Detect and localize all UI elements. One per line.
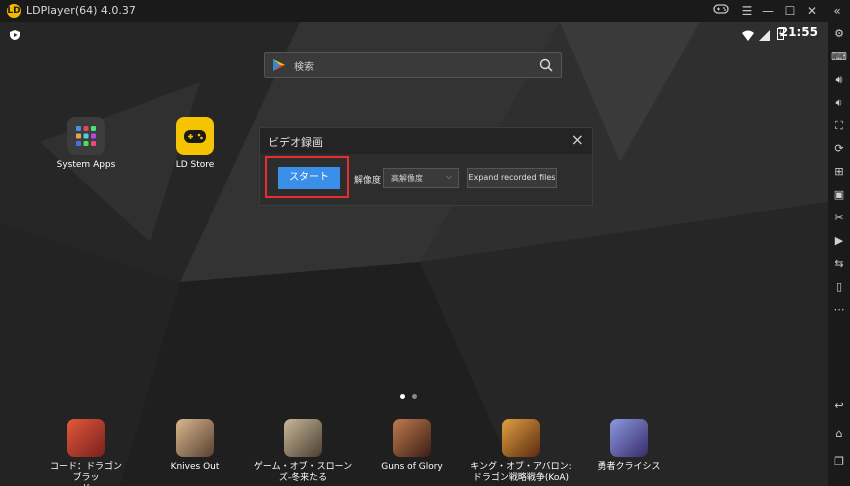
app-label: Knives Out <box>170 462 220 472</box>
search-bar[interactable]: 検索 <box>264 52 562 78</box>
home-icon[interactable]: ⌂ <box>831 426 847 442</box>
expand-recorded-files-button[interactable]: Expand recorded files <box>467 168 557 188</box>
more-icon[interactable]: ⋯ <box>831 302 847 318</box>
system-apps-icon <box>67 117 105 155</box>
settings-gear-icon[interactable]: ⚙ <box>831 26 847 42</box>
dock-app-knives-out[interactable]: Knives Out <box>155 419 235 473</box>
dock-app-code-dragon-blood[interactable]: コード：ドラゴンブラッド <box>46 419 126 486</box>
start-highlight-box: スタート <box>265 156 349 198</box>
apk-icon[interactable]: ▣ <box>831 187 847 203</box>
app-label: キング・オブ・アバロン: ドラゴン戦略戦争(KoA) <box>470 462 572 483</box>
android-screen: 21:55 検索 System Apps LD Store ビデオ録画 × スタ… <box>0 22 828 486</box>
video-record-icon[interactable]: ▶ <box>831 233 847 249</box>
game-icon <box>176 419 214 457</box>
search-placeholder: 検索 <box>294 62 314 73</box>
right-toolbar: ⚙ ⌨ 🔊︎ 🔉︎ ⛶ ⟳ ⊞ ▣ ✂ ▶ ⇆ ▯ ⋯ ↩ ⌂ ❐ <box>828 22 850 486</box>
resolution-label: 解像度 <box>354 176 382 186</box>
gamepad-icon[interactable] <box>710 2 732 20</box>
title-bar: LD LDPlayer(64) 4.0.37 ☰ — ☐ ✕ « <box>0 0 850 22</box>
app-label: 勇者クライシス <box>597 462 661 472</box>
install-apk-icon[interactable]: ⊞ <box>831 164 847 180</box>
video-record-dialog: ビデオ録画 × スタート 解像度 高解像度 ⌵ Expand recorded … <box>259 127 593 206</box>
shield-icon <box>9 26 21 45</box>
wifi-icon <box>742 26 754 45</box>
game-icon <box>67 419 105 457</box>
close-icon[interactable]: ✕ <box>801 2 823 20</box>
game-icon <box>502 419 540 457</box>
volume-up-icon[interactable]: 🔊︎ <box>831 72 847 88</box>
app-system-apps[interactable]: System Apps <box>46 117 126 171</box>
page-dot[interactable] <box>412 394 417 399</box>
rotate-icon[interactable]: ⟳ <box>831 141 847 157</box>
status-clock: 21:55 <box>779 25 818 39</box>
dock-app-yuusha-crisis[interactable]: 勇者クライシス <box>589 419 669 473</box>
app-label: ゲーム・オブ・スローン ズ-冬来たる <box>253 462 353 483</box>
back-icon[interactable]: ↩ <box>831 398 847 414</box>
volume-down-icon[interactable]: 🔉︎ <box>831 95 847 111</box>
dock-app-guns-of-glory[interactable]: Guns of Glory <box>372 419 452 473</box>
game-icon <box>610 419 648 457</box>
wallpaper <box>0 22 828 486</box>
app-ld-store[interactable]: LD Store <box>155 117 235 171</box>
maximize-icon[interactable]: ☐ <box>779 2 801 20</box>
search-icon[interactable] <box>539 57 553 76</box>
dialog-header: ビデオ録画 × <box>260 128 592 154</box>
collapse-icon[interactable]: « <box>826 2 848 20</box>
app-label: LD Store <box>175 160 215 170</box>
dialog-title: ビデオ録画 <box>268 136 323 149</box>
play-store-icon <box>272 57 286 76</box>
start-button[interactable]: スタート <box>278 167 340 189</box>
fullscreen-icon[interactable]: ⛶ <box>831 118 847 134</box>
close-icon[interactable]: × <box>571 130 584 149</box>
signal-icon <box>759 26 770 45</box>
dock-app-game-of-thrones[interactable]: ゲーム・オブ・スローン ズ-冬来たる <box>253 419 353 484</box>
game-icon <box>284 419 322 457</box>
shake-icon[interactable]: ▯ <box>831 279 847 295</box>
keyboard-icon[interactable]: ⌨ <box>831 49 847 65</box>
window-title: LDPlayer(64) 4.0.37 <box>26 4 136 17</box>
game-icon <box>393 419 431 457</box>
status-bar: 21:55 <box>0 22 828 42</box>
recent-apps-icon[interactable]: ❐ <box>831 454 847 470</box>
menu-icon[interactable]: ☰ <box>736 2 758 20</box>
app-label: Guns of Glory <box>381 462 443 472</box>
ldplayer-logo-icon: LD <box>7 4 21 18</box>
sync-icon[interactable]: ⇆ <box>831 256 847 272</box>
chevron-down-icon: ⌵ <box>445 172 452 181</box>
scissors-icon[interactable]: ✂ <box>831 210 847 226</box>
app-label: コード：ドラゴンブラッド <box>49 462 122 486</box>
page-dot-active[interactable] <box>400 394 405 399</box>
minimize-icon[interactable]: — <box>757 2 779 20</box>
resolution-value: 高解像度 <box>391 174 423 183</box>
resolution-select[interactable]: 高解像度 ⌵ <box>383 168 459 188</box>
app-label: System Apps <box>56 160 116 170</box>
dock-app-king-of-avalon[interactable]: キング・オブ・アバロン: ドラゴン戦略戦争(KoA) <box>465 419 577 484</box>
ld-store-icon <box>176 117 214 155</box>
